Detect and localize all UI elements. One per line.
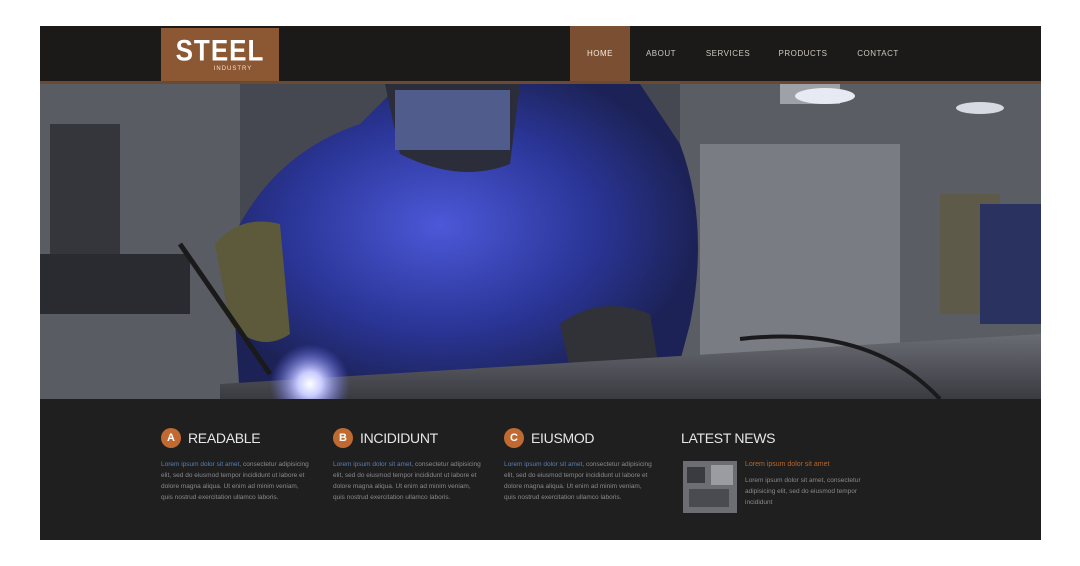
- website-frame: STEEL INDUSTRY HOME ABOUT SERVICES PRODU…: [40, 26, 1041, 540]
- feature-b-badge: B: [333, 428, 353, 448]
- nav-home[interactable]: HOME: [570, 26, 630, 81]
- feature-a-header: A READABLE: [161, 427, 311, 449]
- feature-column-b: B INCIDIDUNT Lorem ipsum dolor sit amet,…: [333, 427, 483, 503]
- logo-main-text: STEEL: [175, 32, 265, 68]
- news-item-title[interactable]: Lorem ipsum dolor sit amet: [745, 461, 829, 468]
- main-nav: HOME ABOUT SERVICES PRODUCTS CONTACT: [570, 26, 914, 81]
- nav-contact[interactable]: CONTACT: [842, 26, 914, 81]
- feature-c-badge: C: [504, 428, 524, 448]
- latest-news-heading: LATEST NEWS: [681, 430, 776, 446]
- feature-b-title[interactable]: INCIDIDUNT: [360, 430, 438, 446]
- features-section: A READABLE Lorem ipsum dolor sit amet, c…: [40, 399, 1041, 540]
- feature-c-text: Lorem ipsum dolor sit amet, consectetur …: [504, 459, 652, 503]
- feature-c-text-highlight[interactable]: Lorem ipsum dolor sit amet,: [504, 461, 584, 468]
- news-item-text: Lorem ipsum dolor sit amet, consectetur …: [745, 477, 861, 506]
- site-logo[interactable]: STEEL INDUSTRY: [161, 28, 279, 81]
- feature-b-header: B INCIDIDUNT: [333, 427, 483, 449]
- feature-a-title[interactable]: READABLE: [188, 430, 261, 446]
- nav-services[interactable]: SERVICES: [692, 26, 764, 81]
- feature-c-title[interactable]: EIUSMOD: [531, 430, 595, 446]
- feature-column-c: C EIUSMOD Lorem ipsum dolor sit amet, co…: [504, 427, 654, 503]
- latest-news-header: LATEST NEWS: [681, 427, 891, 449]
- feature-b-text: Lorem ipsum dolor sit amet, consectetur …: [333, 459, 481, 503]
- nav-about[interactable]: ABOUT: [630, 26, 692, 81]
- feature-c-header: C EIUSMOD: [504, 427, 654, 449]
- feature-a-badge: A: [161, 428, 181, 448]
- feature-a-text-highlight[interactable]: Lorem ipsum dolor sit amet,: [161, 461, 241, 468]
- feature-a-text: Lorem ipsum dolor sit amet, consectetur …: [161, 459, 309, 503]
- nav-products[interactable]: PRODUCTS: [764, 26, 842, 81]
- feature-column-a: A READABLE Lorem ipsum dolor sit amet, c…: [161, 427, 311, 503]
- feature-b-text-highlight[interactable]: Lorem ipsum dolor sit amet,: [333, 461, 413, 468]
- latest-news-column: LATEST NEWS Lorem ipsum dolor sit amet L…: [681, 427, 891, 513]
- news-thumbnail[interactable]: [683, 461, 737, 513]
- site-header: STEEL INDUSTRY HOME ABOUT SERVICES PRODU…: [40, 26, 1041, 84]
- hero-image: [40, 84, 1041, 399]
